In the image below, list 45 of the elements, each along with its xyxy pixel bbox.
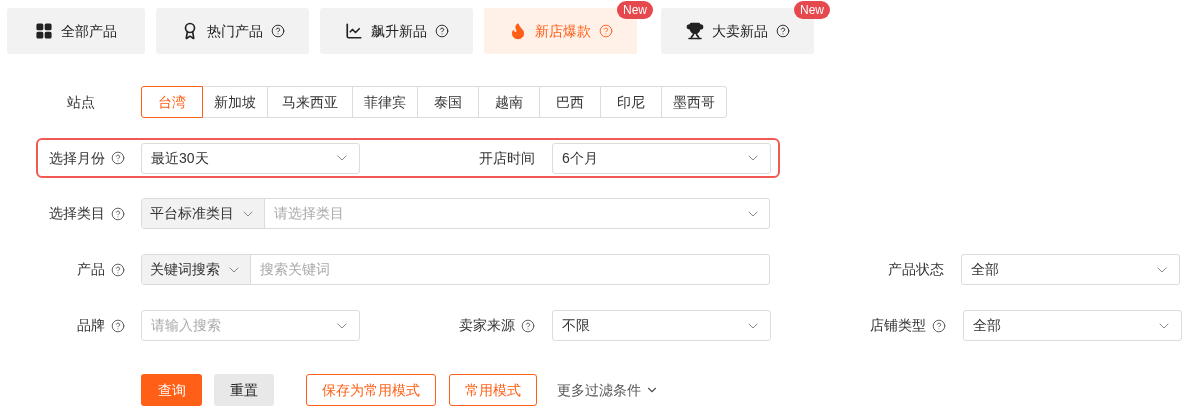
search-field[interactable]: 平台标准类目 请选择类目 <box>141 198 770 229</box>
site-option[interactable]: 泰国 <box>417 86 479 118</box>
select-field[interactable]: 不限 <box>552 310 771 341</box>
help-icon[interactable] <box>434 24 449 38</box>
line-chart-icon <box>344 22 363 40</box>
site-option[interactable]: 印尼 <box>600 86 662 118</box>
help-icon[interactable] <box>111 151 125 165</box>
field-label: 产品状态 <box>888 260 944 279</box>
select-field[interactable]: 最近30天 <box>141 142 360 174</box>
site-option[interactable]: 马来西亚 <box>267 86 353 118</box>
site-option[interactable]: 巴西 <box>539 86 601 118</box>
help-icon[interactable] <box>111 318 125 333</box>
help-icon[interactable] <box>111 262 125 277</box>
field-label: 选择月份 <box>49 148 105 168</box>
search-field[interactable]: 关键词搜索 搜索关键词 <box>141 254 770 285</box>
help-icon[interactable] <box>932 318 946 333</box>
help-icon[interactable] <box>270 24 285 38</box>
field-label: 产品 <box>77 260 105 279</box>
field-label: 品牌 <box>77 316 105 335</box>
field-label: 选择类目 <box>49 204 105 223</box>
site-option[interactable]: 菲律宾 <box>352 86 418 118</box>
help-icon[interactable] <box>775 24 790 38</box>
select-field[interactable]: 全部 <box>963 310 1182 341</box>
action-button[interactable]: 重置 <box>214 374 274 406</box>
field-label: 站点 <box>67 92 95 112</box>
trophy-icon <box>685 22 704 40</box>
help-icon[interactable] <box>521 318 535 333</box>
select-field[interactable]: 全部 <box>961 254 1180 285</box>
field-label: 开店时间 <box>479 148 535 168</box>
site-option[interactable]: 墨西哥 <box>661 86 727 118</box>
mode-select[interactable]: 关键词搜索 <box>142 255 251 284</box>
category-tab[interactable]: 飙升新品 <box>320 8 473 54</box>
field-label: 卖家来源 <box>459 316 515 335</box>
select-field[interactable]: 6个月 <box>552 142 771 174</box>
site-option[interactable]: 越南 <box>478 86 540 118</box>
new-badge: New <box>794 1 830 19</box>
site-option[interactable]: 新加坡 <box>202 86 268 118</box>
help-icon[interactable] <box>111 206 125 221</box>
field-label: 店铺类型 <box>870 316 926 335</box>
more-filters-link[interactable]: 更多过滤条件 <box>557 374 659 406</box>
mode-select[interactable]: 平台标准类目 <box>142 199 265 228</box>
grid-icon <box>35 22 53 40</box>
category-tab[interactable]: 全部产品 <box>7 8 145 54</box>
category-tab[interactable]: 热门产品 <box>156 8 309 54</box>
new-badge: New <box>617 1 653 19</box>
